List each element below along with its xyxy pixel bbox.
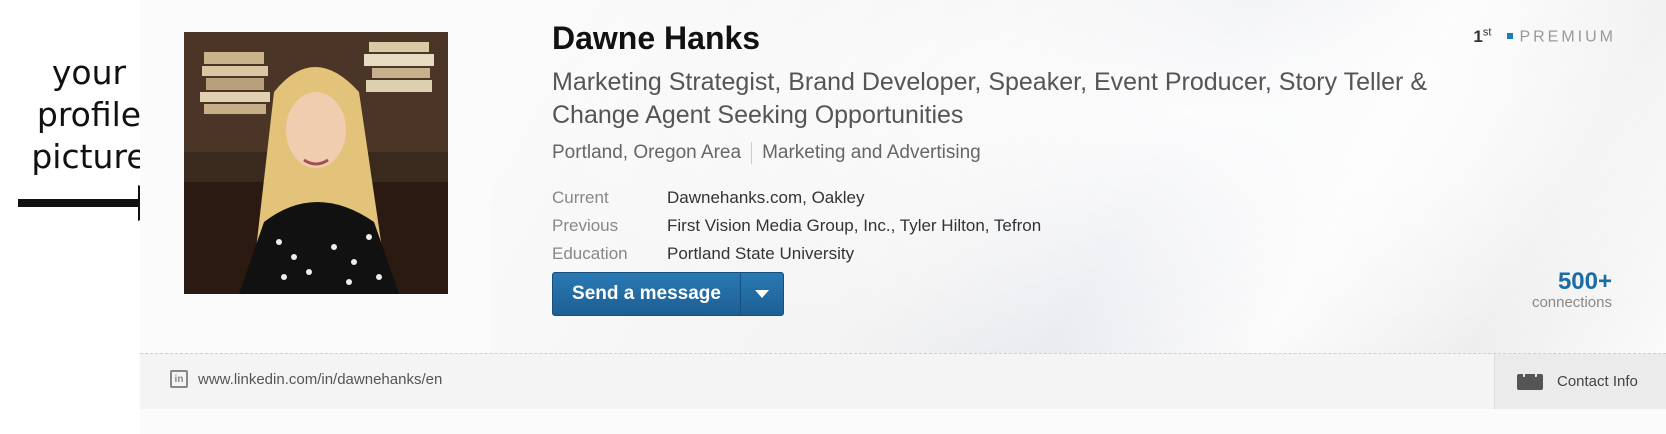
detail-value[interactable]: Portland State University [667,244,854,263]
connection-degree: 1st [1473,26,1492,46]
profile-headline: Marketing Strategist, Brand Developer, S… [552,68,1427,129]
connections-count: 500+ connections [1532,268,1612,311]
profile-details: Current Dawnehanks.com, Oakley Previous Fi… [552,184,1041,268]
premium-dot-icon [1507,32,1514,39]
linkedin-icon: in [170,370,188,388]
connections-label: connections [1531,294,1612,311]
industry-link[interactable]: Marketing and Advertising [762,142,981,163]
profile-footer: in www.linkedin.com/in/dawnehanks/en Con… [140,353,1666,409]
contact-info-button[interactable]: Contact Info [1494,354,1666,409]
detail-row-previous: Previous First Vision Media Group, Inc., … [552,212,1041,240]
contact-card-icon [1517,373,1543,390]
contact-info-label: Contact Info [1557,373,1638,390]
profile-photo[interactable] [184,32,448,294]
detail-value[interactable]: First Vision Media Group, Inc., Tyler Hi… [667,216,1041,235]
detail-row-current: Current Dawnehanks.com, Oakley [552,184,1041,212]
message-dropdown-button[interactable] [740,273,783,315]
location-link[interactable]: Portland, Oregon Area [552,142,741,163]
connections-number: 500+ [1557,268,1612,295]
annotation: your profile picture [0,0,178,434]
premium-label: PREMIUM [1519,28,1616,46]
chevron-down-icon [755,290,769,298]
relationship-badge: 1st PREMIUM [1473,26,1616,47]
public-profile-url: in www.linkedin.com/in/dawnehanks/en [170,370,442,388]
profile-url-link[interactable]: www.linkedin.com/in/dawnehanks/en [198,371,442,388]
detail-label: Previous [552,216,619,235]
location-row: Portland, Oregon Area Marketing and Adver… [552,142,981,164]
send-message-button[interactable]: Send a message [553,273,740,315]
detail-row-education: Education Portland State University [552,240,1041,268]
profile-card: Dawne Hanks Marketing Strategist, Brand … [140,0,1666,434]
detail-label: Education [552,244,628,263]
profile-name: Dawne Hanks [552,20,761,56]
divider [751,142,753,164]
degree-number: 1 [1473,26,1483,46]
detail-label: Current [552,188,609,207]
profile-photo-image [184,32,448,294]
detail-value[interactable]: Dawnehanks.com, Oakley [667,188,864,207]
degree-suffix: st [1482,26,1492,38]
send-message-button-group: Send a message [552,272,784,316]
